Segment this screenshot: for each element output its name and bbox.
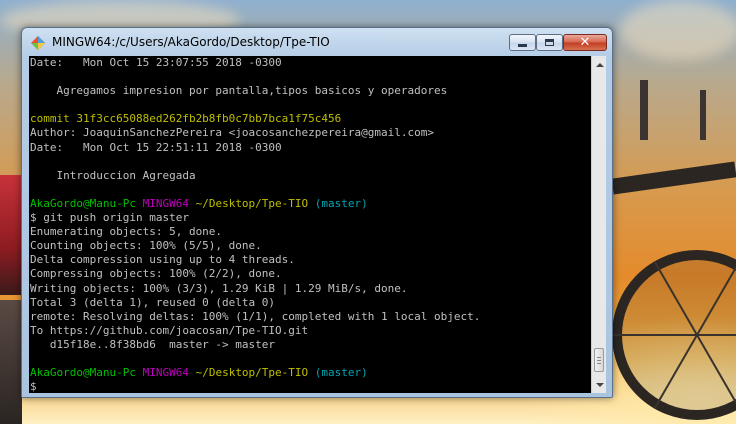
terminal-line: Agregamos impresion por pantalla,tipos b… (30, 84, 448, 98)
terminal-line: Delta compression using up to 4 threads. (30, 253, 295, 267)
window-title: MINGW64:/c/Users/AkaGordo/Desktop/Tpe-TI… (52, 35, 330, 49)
maximize-icon (545, 39, 554, 46)
input-prompt[interactable]: $ (30, 380, 591, 393)
arrow-down-icon (595, 382, 604, 387)
terminal-output[interactable]: Date: Mon Oct 15 23:07:55 2018 -0300 Agr… (29, 56, 591, 393)
terminal-line: Enumerating objects: 5, done. (30, 225, 223, 239)
terminal-line: d15f18e..8f38bd6 master -> master (30, 337, 276, 351)
commit-hash-line: commit 31f3cc65088ed262fb2b8fb0c7bb7bca1… (30, 112, 342, 126)
prompt-path: ~/Desktop/Tpe-TIO (195, 196, 309, 210)
git-bash-icon[interactable] (30, 35, 46, 51)
terminal-line: Author: JoaquinSanchezPereira <joacosanc… (30, 126, 434, 140)
title-bar[interactable]: MINGW64:/c/Users/AkaGordo/Desktop/Tpe-TI… (22, 28, 612, 56)
prompt-env: MINGW64 (142, 366, 189, 380)
arrow-up-icon (595, 62, 604, 67)
terminal-line: remote: Resolving deltas: 100% (1/1), co… (30, 309, 481, 323)
command-line: $ git push origin master (30, 211, 189, 225)
terminal-line: Date: Mon Oct 15 22:51:11 2018 -0300 (30, 140, 282, 154)
scrollbar-thumb[interactable] (594, 348, 604, 372)
prompt-env: MINGW64 (142, 196, 189, 210)
scroll-up-button[interactable] (593, 57, 606, 72)
terminal-line: To https://github.com/joacosan/Tpe-TIO.g… (30, 323, 309, 337)
prompt-branch: (master) (314, 366, 368, 380)
prompt-user: AkaGordo@Manu-Pc (30, 366, 136, 380)
terminal-line: Date: Mon Oct 15 23:07:55 2018 -0300 (30, 56, 282, 69)
maximize-button[interactable] (536, 34, 563, 51)
close-button[interactable]: ✕ (563, 34, 607, 51)
terminal-line: Total 3 (delta 1), reused 0 (delta 0) (30, 295, 276, 309)
terminal-window[interactable]: MINGW64:/c/Users/AkaGordo/Desktop/Tpe-TI… (21, 27, 613, 398)
minimize-button[interactable] (509, 34, 536, 51)
close-icon: ✕ (579, 35, 591, 50)
terminal-line: Introduccion Agregada (30, 168, 196, 182)
scroll-down-button[interactable] (593, 377, 606, 392)
prompt-path: ~/Desktop/Tpe-TIO (195, 366, 309, 380)
prompt-line: AkaGordo@Manu-Pc MINGW64 ~/Desktop/Tpe-T… (30, 197, 591, 211)
terminal-line: Counting objects: 100% (5/5), done. (30, 239, 262, 253)
terminal-line: Compressing objects: 100% (2/2), done. (30, 267, 282, 281)
vertical-scrollbar[interactable] (591, 56, 606, 393)
terminal-line: Writing objects: 100% (3/3), 1.29 KiB | … (30, 281, 408, 295)
prompt-branch: (master) (314, 196, 368, 210)
minimize-icon (518, 44, 527, 47)
prompt-user: AkaGordo@Manu-Pc (30, 196, 136, 210)
prompt-line: AkaGordo@Manu-Pc MINGW64 ~/Desktop/Tpe-T… (30, 366, 591, 380)
